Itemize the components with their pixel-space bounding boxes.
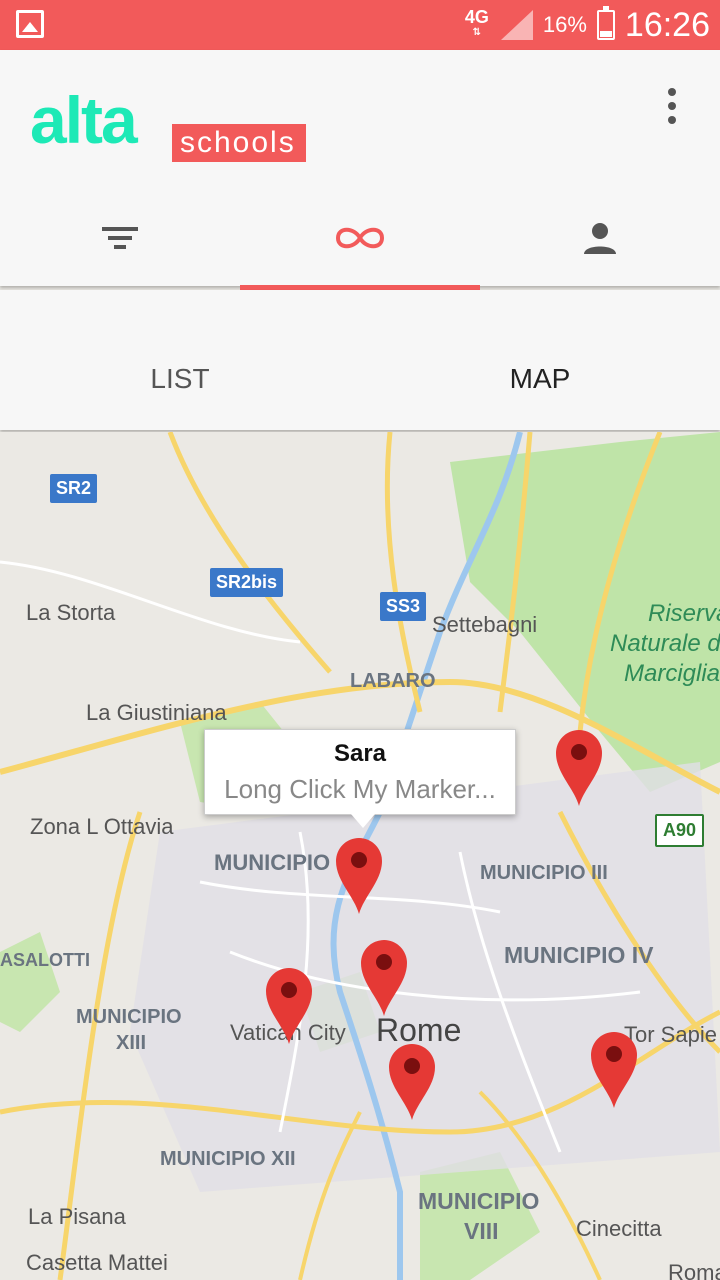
- road-shield-sr2bis: SR2bis: [210, 568, 284, 597]
- map-label-riserva-1: Riserva: [648, 600, 720, 627]
- map-label-zona-ottavia: Zona L Ottavia: [30, 814, 174, 839]
- info-window-subtitle: Long Click My Marker...: [224, 774, 496, 804]
- map-marker[interactable]: [264, 966, 314, 1046]
- map-label-cinecitta: Cinecitta: [576, 1216, 662, 1241]
- road-shield-a90: A90: [655, 814, 705, 847]
- map-label-municipio-xiii-num: XIII: [116, 1032, 147, 1054]
- tab-connections[interactable]: [240, 190, 480, 290]
- battery-icon: [596, 6, 615, 40]
- tab-map[interactable]: MAP: [360, 290, 720, 430]
- main-nav-tabs: [0, 190, 720, 290]
- status-bar: 4G ⇅ 16% 16:26: [0, 0, 720, 50]
- app-logo: alta schools: [30, 80, 310, 162]
- marker-info-window[interactable]: Sara Long Click My Marker...: [204, 729, 516, 828]
- clock: 16:26: [624, 5, 710, 44]
- filter-icon: [102, 227, 138, 249]
- overflow-menu-icon[interactable]: [664, 88, 680, 128]
- map-label-riserva-3: Marciglia: [624, 660, 720, 687]
- tab-list[interactable]: LIST: [0, 290, 360, 430]
- map-label-asalotti: ASALOTTI: [0, 950, 90, 970]
- map-label-municipio-iv: MUNICIPIO IV: [504, 942, 654, 968]
- map-label-labaro: LABARO: [350, 670, 436, 692]
- map-label-municipio-xii: MUNICIPIO XII: [160, 1148, 296, 1170]
- image-notification-icon: [16, 10, 44, 38]
- person-icon: [584, 223, 616, 254]
- map-marker[interactable]: [359, 938, 409, 1018]
- map-marker[interactable]: [334, 836, 384, 916]
- map-marker[interactable]: [554, 728, 604, 808]
- map-label-la-pisana: La Pisana: [28, 1204, 126, 1229]
- signal-icon: [499, 8, 533, 42]
- map-marker[interactable]: [589, 1030, 639, 1110]
- road-shield-ss3: SS3: [380, 592, 427, 621]
- view-tabs: LIST MAP: [0, 290, 720, 430]
- battery-percent: 16%: [542, 12, 587, 37]
- map-view[interactable]: SR2 SR2bis SS3 A90 La Storta Settebagni …: [0, 432, 720, 1280]
- map-label-la-giustiniana: La Giustiniana: [86, 700, 227, 725]
- logo-main: alta: [30, 83, 138, 157]
- infinity-icon: [335, 227, 385, 249]
- map-label-settebagni: Settebagni: [432, 612, 538, 637]
- map-marker[interactable]: [387, 1042, 437, 1122]
- map-label-municipio-xiv: MUNICIPIO: [214, 850, 331, 875]
- road-shield-sr2: SR2: [50, 474, 98, 503]
- tab-profile[interactable]: [480, 190, 720, 286]
- logo-sub: schools: [172, 124, 306, 162]
- map-label-riserva-2: Naturale d: [610, 630, 720, 657]
- map-label-la-storta: La Storta: [26, 600, 116, 625]
- network-indicator: 4G ⇅: [464, 7, 489, 38]
- map-label-municipio-viii-num: VIII: [464, 1218, 499, 1244]
- app-bar: alta schools: [0, 50, 720, 290]
- map-label-roma: Roma: [668, 1260, 720, 1280]
- map-label-municipio-viii: MUNICIPIO: [418, 1188, 540, 1214]
- tab-filter[interactable]: [0, 190, 240, 286]
- map-label-municipio-xiii: MUNICIPIO: [76, 1006, 182, 1028]
- map-label-casetta-mattei: Casetta Mattei: [26, 1250, 168, 1275]
- info-window-title: Sara: [333, 740, 387, 767]
- map-label-municipio-iii: MUNICIPIO III: [480, 862, 608, 884]
